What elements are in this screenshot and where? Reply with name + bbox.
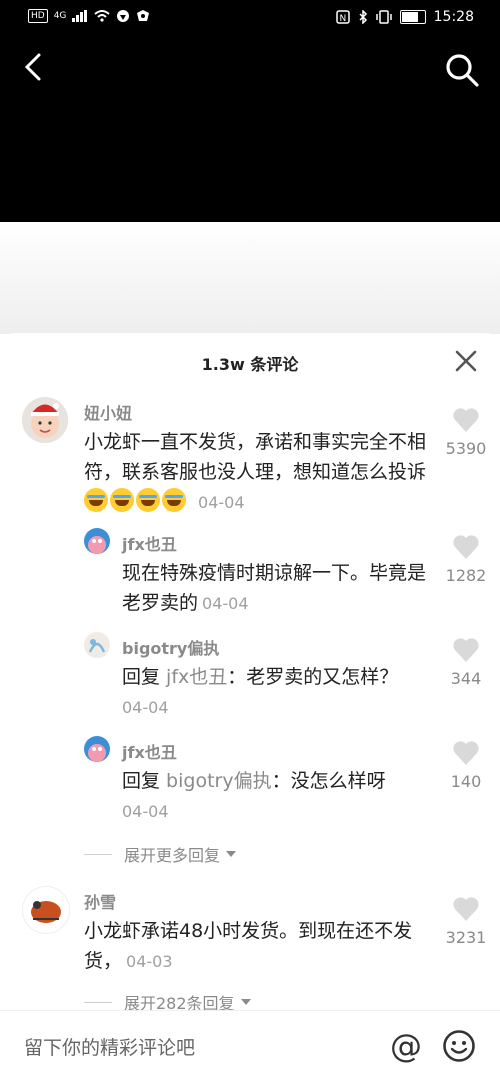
divider-line [84, 853, 112, 855]
chevron-down-icon [226, 851, 237, 857]
reply-body: ：老罗卖的又怎样？ [227, 666, 399, 688]
status-bar: HD 4G N 15:28 [0, 0, 500, 36]
vibrate-icon [375, 10, 392, 24]
like-count: 3231 [445, 928, 487, 947]
avatar[interactable] [22, 886, 70, 934]
app-notification-icon [117, 10, 130, 22]
like-button[interactable]: 3231 [436, 896, 496, 947]
reply-date: 04-04 [122, 802, 169, 821]
reply-text: 回复 bigotry偏执：没怎么样呀 04-04 [122, 766, 440, 827]
like-button[interactable]: 344 [436, 637, 496, 688]
comment-input-bar: 留下你的精彩评论吧 @ [0, 1010, 500, 1084]
chevron-down-icon [240, 999, 251, 1005]
comment-date: 04-04 [198, 493, 245, 512]
laughing-emoji-icon [136, 488, 160, 512]
bigotry-avatar-image [84, 632, 110, 658]
comment-date: 04-03 [126, 952, 173, 971]
battery-icon [399, 10, 426, 24]
emoji-icon[interactable] [442, 1029, 476, 1063]
comment-body: 小龙虾一直不发货，承诺和事实完全不相符，联系客服也没人理，想知道怎么投诉 [84, 431, 427, 483]
baby-avatar-image [22, 397, 68, 443]
reply-to-username[interactable]: bigotry偏执 [166, 770, 272, 792]
reply-text: 回复 jfx也丑：老罗卖的又怎样？ 04-04 [122, 662, 440, 723]
search-icon[interactable] [444, 52, 480, 88]
comment-text: 小龙虾一直不发货，承诺和事实完全不相符，联系客服也没人理，想知道怎么投诉 04-… [84, 427, 434, 518]
reply-date: 04-04 [202, 594, 249, 613]
comments-title: 1.3w 条评论 [201, 355, 299, 374]
network-type: 4G [53, 11, 67, 21]
avatar[interactable] [84, 736, 110, 762]
heart-icon [453, 535, 479, 559]
like-button[interactable]: 5390 [436, 407, 496, 458]
like-button[interactable]: 1282 [436, 534, 496, 585]
avatar[interactable] [84, 528, 110, 554]
patrick-avatar-image [84, 736, 110, 762]
shield-notification-icon [137, 10, 150, 21]
reply-body: ：没怎么样呀 [271, 770, 386, 792]
avatar[interactable] [22, 397, 68, 443]
patrick-avatar-image [84, 528, 110, 554]
reply-username[interactable]: bigotry偏执 [122, 635, 219, 659]
laughing-emoji-icon [110, 488, 134, 512]
comment-input[interactable]: 留下你的精彩评论吧 [24, 1033, 195, 1060]
like-count: 1282 [445, 566, 487, 585]
heart-icon [453, 897, 479, 921]
reply-prefix: 回复 [122, 666, 167, 688]
close-icon[interactable] [454, 349, 478, 373]
back-arrow-icon[interactable] [20, 52, 50, 82]
reply-date: 04-04 [122, 698, 169, 717]
like-count: 140 [450, 772, 482, 791]
cartoon-avatar-image [23, 887, 69, 933]
heart-icon [453, 408, 479, 432]
like-count: 344 [450, 669, 482, 688]
reply-text: 现在特殊疫情时期谅解一下。毕竟是老罗卖的 04-04 [122, 558, 440, 619]
expand-more-replies[interactable]: 展开更多回复 [84, 842, 238, 866]
reply-body: 现在特殊疫情时期谅解一下。毕竟是老罗卖的 [122, 562, 427, 614]
reply-prefix: 回复 [122, 770, 167, 792]
wifi-icon [94, 10, 111, 22]
reply-username[interactable]: jfx也丑 [122, 739, 177, 763]
comment-username[interactable]: 孙雪 [84, 889, 116, 913]
divider-line [84, 1001, 112, 1003]
like-button[interactable]: 140 [436, 740, 496, 791]
reply-username[interactable]: jfx也丑 [122, 531, 177, 555]
like-count: 5390 [445, 439, 487, 458]
heart-icon [453, 741, 479, 765]
avatar[interactable] [84, 632, 110, 658]
hd-indicator: HD [28, 9, 48, 23]
laughing-emoji-icon [84, 488, 108, 512]
svg-text:N: N [339, 14, 346, 24]
heart-icon [453, 638, 479, 662]
expand-label: 展开更多回复 [124, 846, 221, 865]
comment-username[interactable]: 妞小妞 [84, 400, 132, 424]
mention-button[interactable]: @ [390, 1027, 422, 1065]
nfc-icon: N [335, 10, 350, 24]
video-lower-area [0, 222, 500, 334]
bluetooth-icon [359, 10, 367, 24]
reply-to-username[interactable]: jfx也丑 [166, 666, 227, 688]
laughing-emoji-icon [162, 488, 186, 512]
comment-text: 小龙虾承诺48小时发货。到现在还不发货， 04-03 [84, 916, 434, 977]
signal-icon [72, 10, 88, 22]
clock: 15:28 [433, 9, 474, 25]
